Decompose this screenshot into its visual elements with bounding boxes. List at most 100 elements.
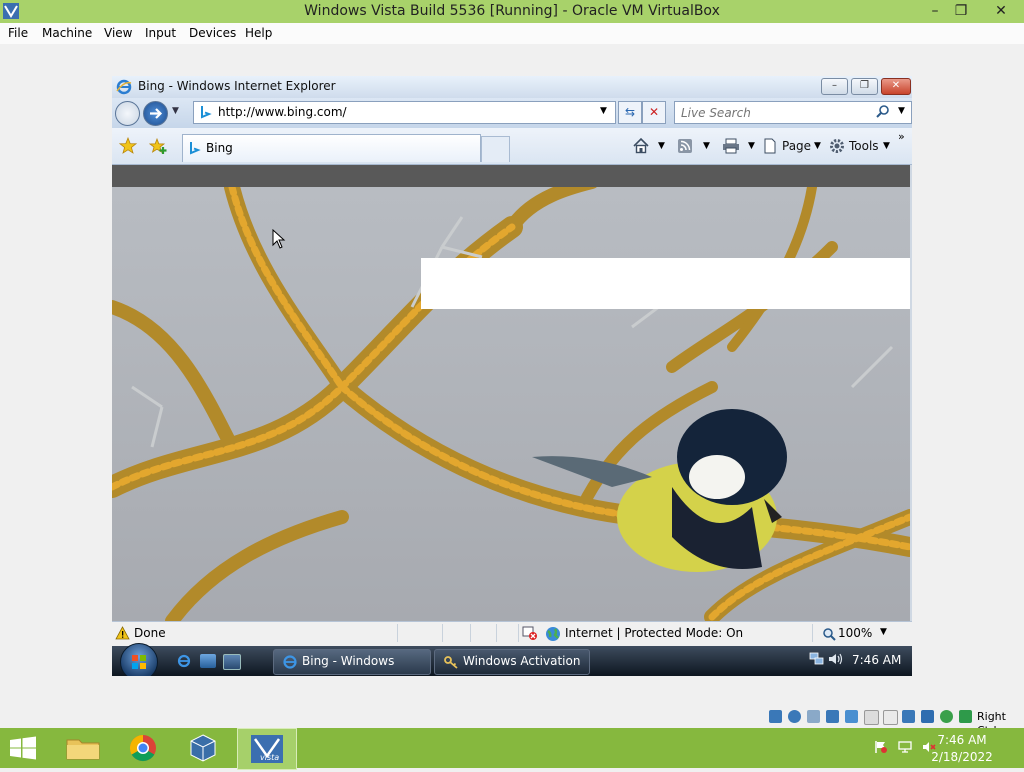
- vista-start-button[interactable]: [120, 643, 158, 676]
- vb-shared-folders-icon[interactable]: [864, 710, 879, 725]
- folder-icon: [66, 739, 100, 760]
- tools-dropdown-icon[interactable]: ▼: [883, 141, 890, 151]
- host-virtualbox-manager-button[interactable]: [175, 728, 231, 768]
- toolbar-overflow-chevron-icon[interactable]: »: [898, 130, 905, 143]
- tab-bing[interactable]: Bing: [182, 134, 481, 162]
- protected-mode-zone-text[interactable]: Internet | Protected Mode: On: [565, 624, 743, 642]
- bing-background-bird-image: [112, 187, 910, 621]
- ie-minimize-button[interactable]: –: [821, 78, 848, 95]
- vb-virtualization-icon[interactable]: [921, 710, 934, 723]
- close-button[interactable]: ✕: [982, 0, 1020, 23]
- ie-vertical-scrollbar[interactable]: [910, 165, 912, 621]
- address-bar[interactable]: http://www.bing.com/ ▼: [193, 101, 616, 124]
- forward-arrow-icon: [150, 108, 163, 119]
- new-tab-button[interactable]: [481, 136, 510, 162]
- host-start-button[interactable]: [0, 728, 46, 768]
- ie-statusbar: [112, 621, 912, 646]
- host-clock-date[interactable]: 2/18/2022: [930, 750, 994, 765]
- host-file-explorer-button[interactable]: [55, 728, 111, 768]
- ie-content-area[interactable]: [112, 165, 910, 621]
- tray-volume-icon[interactable]: [828, 652, 844, 666]
- warning-icon: [115, 626, 130, 640]
- guest-screen[interactable]: Bing - Windows Internet Explorer – ❐ ✕ ▼…: [112, 76, 912, 676]
- vb-optical-drive-icon[interactable]: [788, 710, 801, 723]
- menu-help[interactable]: Help: [245, 25, 272, 42]
- vb-usb-icon[interactable]: [845, 710, 858, 723]
- vb-display-icon[interactable]: [883, 710, 898, 725]
- stop-button[interactable]: ✕: [642, 101, 666, 124]
- vb-network-icon[interactable]: [826, 710, 839, 723]
- favorites-center-icon[interactable]: [118, 136, 138, 155]
- stop-icon: ✕: [648, 105, 660, 119]
- search-input[interactable]: [679, 104, 873, 122]
- windows8-logo-icon: [10, 736, 36, 760]
- feeds-icon[interactable]: [677, 138, 693, 154]
- menu-input[interactable]: Input: [145, 25, 176, 42]
- status-done-text: Done: [134, 626, 166, 640]
- host-tray-network-icon[interactable]: [898, 740, 912, 754]
- bing-tab-favicon-icon: [188, 141, 202, 156]
- bing-search-overlay-box[interactable]: [421, 258, 910, 309]
- host-vista-vm-button[interactable]: vista: [237, 728, 297, 770]
- add-to-favorites-icon[interactable]: [148, 137, 167, 155]
- host-clock-time[interactable]: 7:46 AM: [930, 733, 994, 748]
- back-button[interactable]: [115, 101, 140, 126]
- tools-menu-button[interactable]: Tools: [849, 138, 879, 155]
- menu-devices[interactable]: Devices: [189, 25, 236, 42]
- feeds-dropdown-icon[interactable]: ▼: [703, 141, 710, 151]
- refresh-button[interactable]: ⇆: [618, 101, 642, 124]
- address-dropdown-icon[interactable]: ▼: [600, 106, 607, 116]
- menu-machine[interactable]: Machine: [42, 25, 92, 42]
- vb-video-capture-icon[interactable]: [902, 710, 915, 723]
- live-search-box[interactable]: ▼: [674, 101, 912, 124]
- quicklaunch-switch-windows-icon[interactable]: [223, 654, 241, 670]
- quicklaunch-ie-icon[interactable]: [176, 654, 192, 668]
- ie-close-button[interactable]: ✕: [881, 78, 911, 95]
- status-divider: [812, 624, 813, 642]
- zoom-icon: [822, 627, 836, 641]
- vb-hard-disk-icon[interactable]: [769, 710, 782, 723]
- tray-network-icon[interactable]: [809, 652, 825, 666]
- chrome-icon: [129, 734, 156, 762]
- page-menu-button[interactable]: Page: [782, 138, 811, 155]
- host-window-title: Windows Vista Build 5536 [Running] - Ora…: [304, 3, 720, 19]
- print-dropdown-icon[interactable]: ▼: [748, 141, 755, 151]
- status-divider: [518, 624, 519, 642]
- bing-header-strip: [112, 165, 910, 187]
- search-options-dropdown-icon[interactable]: ▼: [898, 106, 905, 116]
- search-icon[interactable]: [875, 104, 891, 120]
- print-icon[interactable]: [722, 138, 740, 154]
- task-ie-label: Bing - Windows Inte...: [302, 654, 395, 668]
- refresh-icon: ⇆: [624, 105, 636, 119]
- ie-maximize-button[interactable]: ❐: [851, 78, 878, 95]
- vb-audio-icon[interactable]: [807, 710, 820, 723]
- status-divider: [442, 624, 443, 642]
- popup-blocked-icon[interactable]: [522, 626, 538, 641]
- task-activation-key-icon: [443, 654, 459, 670]
- vista-badge-text: vista: [260, 753, 280, 762]
- vista-task-windows-activation[interactable]: Windows Activation: [434, 649, 590, 675]
- menu-view[interactable]: View: [104, 25, 132, 42]
- tab-bing-label: Bing: [206, 141, 233, 155]
- windows-logo-icon: [132, 655, 146, 669]
- home-dropdown-icon[interactable]: ▼: [658, 141, 665, 151]
- vista-clock[interactable]: 7:46 AM: [852, 650, 901, 670]
- mouse-cursor-icon: [272, 228, 286, 249]
- host-tray-flag-icon[interactable]: [874, 740, 888, 754]
- quicklaunch-show-desktop-icon[interactable]: [200, 654, 216, 668]
- recent-pages-chevron-icon[interactable]: ▼: [172, 106, 179, 116]
- ie-logo-icon: [116, 79, 132, 95]
- zoom-level[interactable]: 100%: [838, 624, 872, 642]
- ie-window-title: Bing - Windows Internet Explorer: [138, 79, 336, 93]
- zoom-dropdown-icon[interactable]: ▼: [880, 627, 887, 637]
- host-chrome-button[interactable]: [115, 728, 171, 768]
- menu-file[interactable]: File: [8, 25, 28, 42]
- vb-keyboard-capture-icon[interactable]: [959, 710, 972, 723]
- forward-button[interactable]: [143, 101, 168, 126]
- restore-button[interactable]: ❐: [946, 0, 976, 23]
- vb-mouse-integration-icon[interactable]: [940, 710, 953, 723]
- home-icon[interactable]: [632, 137, 650, 155]
- virtualbox-cube-icon: [190, 734, 216, 762]
- vista-task-ie[interactable]: Bing - Windows Inte...: [273, 649, 431, 675]
- page-dropdown-icon[interactable]: ▼: [814, 141, 821, 151]
